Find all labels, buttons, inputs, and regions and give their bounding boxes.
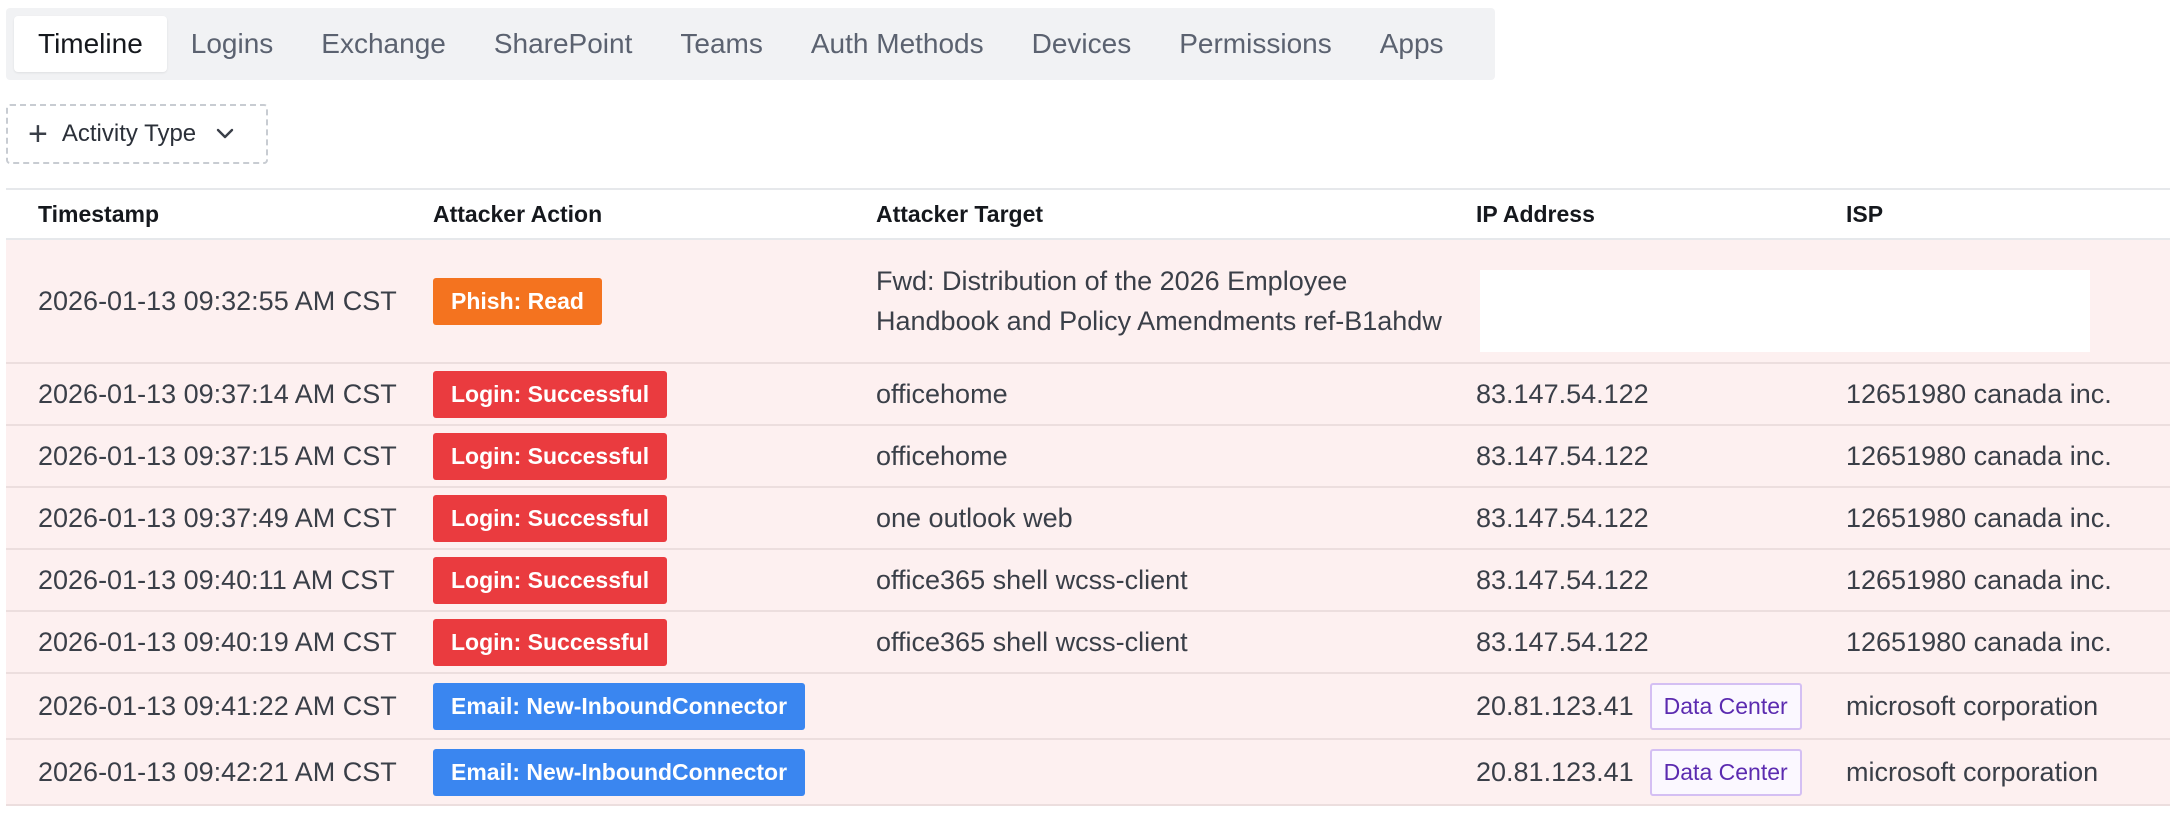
ip-cell: 83.147.54.122 (1476, 441, 1846, 472)
timestamp-cell: 2026-01-13 09:37:15 AM CST (38, 440, 397, 471)
target-cell: one outlook web (876, 503, 1073, 533)
action-badge: Login: Successful (433, 618, 668, 666)
timestamp-cell: 2026-01-13 09:42:21 AM CST (38, 756, 397, 787)
header-timestamp[interactable]: Timestamp (38, 201, 465, 228)
target-cell: officehome (876, 441, 1008, 471)
ip-address[interactable]: 83.147.54.122 (1476, 503, 1649, 534)
action-badge: Email: New-InboundConnector (433, 682, 806, 730)
target-cell: Fwd: Distribution of the 2026 Employee H… (876, 266, 1442, 336)
tab-exchange[interactable]: Exchange (297, 16, 470, 72)
ip-address[interactable]: 83.147.54.122 (1476, 379, 1649, 410)
data-center-tag: Data Center (1649, 682, 1802, 730)
isp-cell: 12651980 canada inc. (1846, 626, 2112, 657)
ip-address[interactable]: 20.81.123.41 (1476, 757, 1634, 788)
tab-teams[interactable]: Teams (656, 16, 786, 72)
action-cell: Login: Successful (433, 432, 876, 480)
chevron-down-icon (216, 128, 234, 140)
action-badge: Email: New-InboundConnector (433, 748, 806, 796)
target-cell: office365 shell wcss-client (876, 627, 1188, 657)
action-badge: Login: Successful (433, 556, 668, 604)
isp-cell: 12651980 canada inc. (1846, 502, 2112, 533)
timestamp-cell: 2026-01-13 09:40:19 AM CST (38, 626, 397, 657)
timestamp-cell: 2026-01-13 09:41:22 AM CST (38, 690, 397, 721)
tab-apps[interactable]: Apps (1356, 16, 1468, 72)
target-cell: office365 shell wcss-client (876, 565, 1188, 595)
timestamp-cell: 2026-01-13 09:40:11 AM CST (38, 564, 395, 595)
table-row[interactable]: 2026-01-13 09:37:49 AM CST Login: Success… (6, 488, 2170, 550)
isp-cell: 12651980 canada inc. (1846, 378, 2112, 409)
tab-bar: Timeline Logins Exchange SharePoint Team… (6, 8, 1495, 80)
redacted-area (1480, 270, 2090, 352)
action-cell: Phish: Read (433, 277, 876, 325)
action-cell: Login: Successful (433, 556, 876, 604)
isp-cell: microsoft corporation (1846, 690, 2099, 721)
ip-address[interactable]: 20.81.123.41 (1476, 691, 1634, 722)
isp-cell: 12651980 canada inc. (1846, 440, 2112, 471)
tab-timeline[interactable]: Timeline (14, 16, 167, 72)
ip-address[interactable]: 83.147.54.122 (1476, 627, 1649, 658)
data-center-tag: Data Center (1649, 748, 1802, 796)
timestamp-cell: 2026-01-13 09:32:55 AM CST (38, 285, 397, 316)
ip-address[interactable]: 83.147.54.122 (1476, 441, 1649, 472)
header-ip-address[interactable]: IP Address (1476, 201, 1846, 228)
header-isp[interactable]: ISP (1846, 201, 2146, 228)
timestamp-cell: 2026-01-13 09:37:49 AM CST (38, 502, 397, 533)
table-header: Timestamp Attacker Action Attacker Targe… (6, 188, 2170, 240)
action-cell: Login: Successful (433, 494, 876, 542)
table-row[interactable]: 2026-01-13 09:40:19 AM CST Login: Success… (6, 612, 2170, 674)
table-row[interactable]: 2026-01-13 09:40:11 AM CST Login: Success… (6, 550, 2170, 612)
tab-permissions[interactable]: Permissions (1155, 16, 1355, 72)
tab-sharepoint[interactable]: SharePoint (470, 16, 657, 72)
target-cell: officehome (876, 379, 1008, 409)
table-row[interactable]: 2026-01-13 09:37:15 AM CST Login: Success… (6, 426, 2170, 488)
activity-type-label: Activity Type (61, 120, 197, 147)
header-attacker-action[interactable]: Attacker Action (433, 201, 876, 228)
ip-cell: 83.147.54.122 (1476, 565, 1846, 596)
ip-cell: 83.147.54.122 (1476, 379, 1846, 410)
action-badge: Login: Successful (433, 432, 668, 480)
action-badge: Login: Successful (433, 370, 668, 418)
ip-cell: 20.81.123.41 Data Center (1476, 748, 1846, 796)
action-cell: Email: New-InboundConnector (433, 682, 876, 730)
tab-logins[interactable]: Logins (167, 16, 298, 72)
ip-cell: 20.81.123.41 Data Center (1476, 682, 1846, 730)
action-cell: Login: Successful (433, 618, 876, 666)
table-row[interactable]: 2026-01-13 09:42:21 AM CST Email: New-Inb… (6, 740, 2170, 806)
timestamp-cell: 2026-01-13 09:37:14 AM CST (38, 378, 397, 409)
ip-address[interactable]: 83.147.54.122 (1476, 565, 1649, 596)
activity-type-filter-button[interactable]: + Activity Type (6, 104, 268, 164)
table-row[interactable]: 2026-01-13 09:41:22 AM CST Email: New-Inb… (6, 674, 2170, 740)
action-cell: Email: New-InboundConnector (433, 748, 876, 796)
ip-cell: 83.147.54.122 (1476, 627, 1846, 658)
ip-cell: 83.147.54.122 (1476, 503, 1846, 534)
action-badge: Login: Successful (433, 494, 668, 542)
isp-cell: 12651980 canada inc. (1846, 564, 2112, 595)
action-cell: Login: Successful (433, 370, 876, 418)
isp-cell: microsoft corporation (1846, 756, 2099, 787)
plus-icon: + (28, 115, 48, 153)
table-row[interactable]: 2026-01-13 09:37:14 AM CST Login: Success… (6, 364, 2170, 426)
header-attacker-target[interactable]: Attacker Target (876, 201, 1476, 228)
tab-devices[interactable]: Devices (1008, 16, 1156, 72)
tab-auth-methods[interactable]: Auth Methods (787, 16, 1008, 72)
page: Timeline Logins Exchange SharePoint Team… (0, 0, 2170, 822)
